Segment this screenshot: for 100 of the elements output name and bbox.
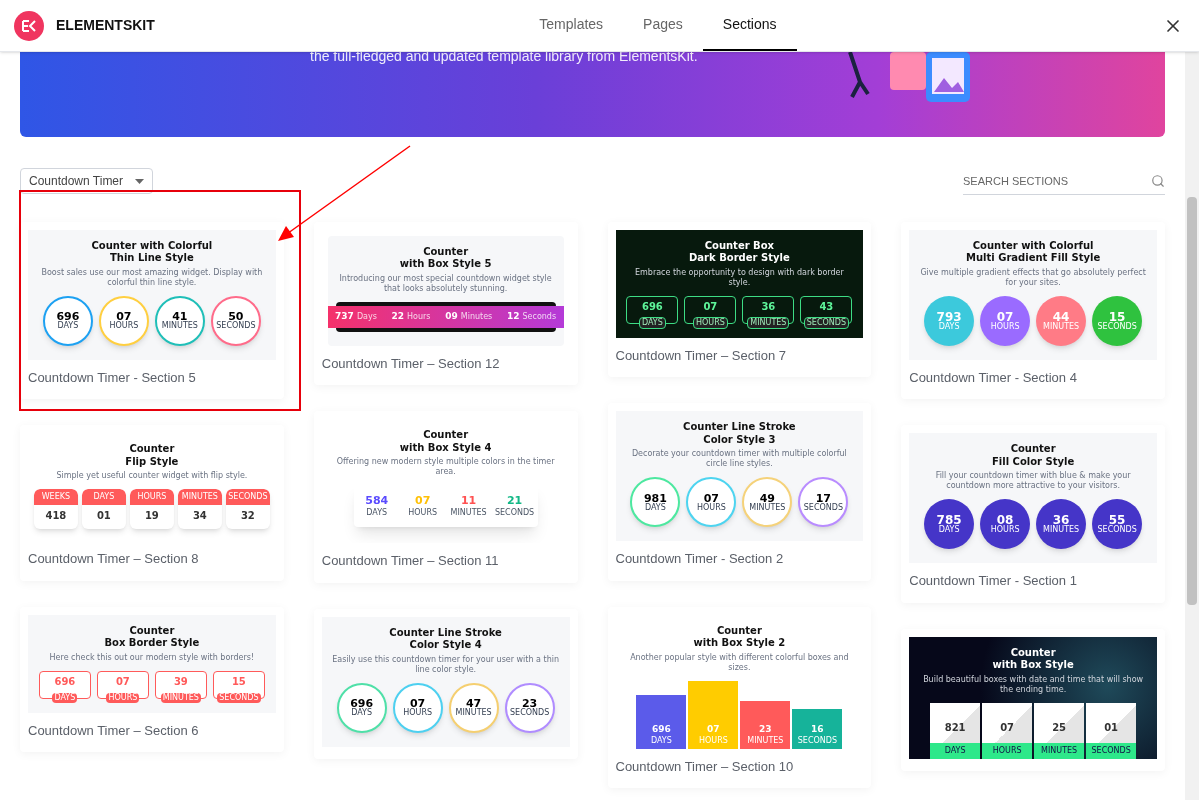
counter-value: 25: [1052, 722, 1067, 733]
counter-value: 21: [506, 495, 523, 506]
preview-subtitle: Easily use this countdown timer for your user with a thin line color style.: [331, 654, 561, 675]
counter-unit: MINUTES: [749, 503, 786, 512]
preview-title: Counter Line Stroke Color Style 3: [683, 421, 796, 446]
counter-unit: Hours: [407, 312, 431, 321]
scrollbar-thumb[interactable]: [1187, 197, 1197, 605]
tab[interactable]: Templates: [519, 0, 624, 51]
counter-value: 39: [173, 676, 188, 687]
counter-value: 821: [944, 722, 966, 733]
counter-unit: Seconds: [522, 312, 557, 321]
section-card[interactable]: Counter Fill Color Style Fill your countdown timer with blue & make your countdown more attractive to your visitors. 785 DAYS 08 HOURS 36 MINUTES 55 SECONDS Countdown Timer - Section 1: [901, 425, 1165, 603]
tab[interactable]: Pages: [623, 0, 703, 51]
counter-value: 15: [231, 676, 246, 687]
counter-unit: HOURS: [106, 692, 140, 703]
preview-title: Counter with Box Style 4: [399, 429, 492, 454]
counter-value: 07: [1000, 722, 1015, 733]
section-title: Countdown Timer – Section 12: [321, 354, 501, 373]
counter-unit: WEEKS: [33, 489, 78, 505]
counter-value: 696: [54, 676, 76, 687]
search-field[interactable]: SEARCH SECTIONS: [963, 168, 1165, 195]
counter-unit: HOURS: [403, 709, 433, 717]
counter-value: 15: [1108, 310, 1126, 323]
logo-icon: [14, 10, 44, 41]
counter-value: 55: [1108, 514, 1126, 526]
counter-unit: HOURS: [698, 736, 728, 745]
category-select[interactable]: Countdown Timer: [20, 168, 154, 195]
preview-subtitle: Embrace the opportunity to design with dark border style.: [633, 267, 845, 288]
preview-title: Counter with Box Style: [992, 646, 1074, 672]
section-card[interactable]: Counter Line Stroke Color Style 4 Easily use this countdown timer for your user with a thin line color style. 696 DAYS 07 HOURS 47 MINUTES 23 SECONDS: [313, 608, 578, 759]
counter-unit: SECONDS: [803, 316, 849, 329]
preview-subtitle: Decorate your countdown timer with multiple colorful circle line styles.: [630, 449, 848, 469]
counter-unit: SECONDS: [797, 736, 837, 745]
counter-unit: MINUTES: [160, 692, 201, 703]
counter-unit: DAYS: [650, 736, 672, 745]
preview-title: Counter with Box Style 2: [693, 624, 786, 650]
section-title: Countdown Timer – Section 7: [615, 346, 788, 365]
preview-subtitle: Build beautiful boxes with date and time that will show the ending time.: [922, 674, 1145, 695]
counter-unit: HOURS: [109, 322, 139, 330]
section-title: Countdown Timer – Section 10: [615, 757, 795, 776]
counter-unit: DAYS: [638, 316, 666, 329]
counter-unit: HOURS: [990, 526, 1020, 534]
section-title: Countdown Timer - Section 1: [909, 572, 1078, 590]
counter-unit: SECONDS: [1097, 526, 1137, 534]
section-card[interactable]: Counter Flip Style Simple yet useful counter widget with flip style. WEEKS 418 DAYS 01 HOURS 19 MINUTES 34 SECONDS 32 Countdown Timer – Section 8: [20, 425, 284, 581]
counter-unit: HOURS: [692, 316, 728, 329]
counter-unit: SECONDS: [1097, 322, 1137, 331]
caret-icon: [135, 178, 145, 184]
scrollbar-track[interactable]: [1185, 52, 1199, 800]
counter-unit: SECONDS: [803, 503, 843, 512]
preview-title: Counter with Box Style 5: [399, 245, 492, 271]
counter-unit: HOURS: [129, 489, 174, 505]
preview-title: Counter Flip Style: [125, 443, 179, 468]
counter-value: 01: [96, 511, 111, 521]
counter-unit: SECONDS: [216, 322, 256, 330]
counter-unit: HOURS: [990, 322, 1020, 331]
preview-subtitle: Give multiple gradient effects that go absolutely perfect for your sites.: [919, 267, 1147, 288]
preview-subtitle: Here check this out our modern style with borders!: [48, 652, 256, 663]
counter-value: 737: [335, 312, 354, 321]
brand-name: ELEMENTSKIT: [56, 16, 155, 35]
section-title: Countdown Timer - Section 4: [909, 368, 1078, 387]
preview-title: Counter with Colorful Thin Line Style: [91, 239, 213, 265]
counter-value: 43: [819, 301, 834, 312]
section-card[interactable]: Counter with Box Style 5 Introducing our most special countdown widget style that looks absolutely stunning. 737 Days 22 Hours 09 Minutes 12 Seconds Countdown Timer – Section 12: [313, 221, 578, 385]
preview-subtitle: Simple yet useful counter widget with flip style.: [55, 471, 249, 481]
counter-value: 696: [56, 311, 80, 322]
counter-unit: SECONDS: [225, 489, 270, 505]
counter-unit: DAYS: [52, 692, 78, 703]
counter-value: 418: [45, 511, 67, 521]
counter-value: 09: [445, 312, 458, 321]
counter-value: 19: [144, 511, 159, 521]
section-title: Countdown Timer – Section 8: [28, 550, 200, 568]
counter-value: 07: [409, 698, 426, 709]
counter-value: 41: [172, 311, 188, 322]
counter-value: 34: [192, 511, 207, 521]
preview-subtitle: Offering new modern style multiple colors in the timer area.: [335, 457, 556, 477]
counter-value: 07: [703, 492, 720, 504]
preview-title: Counter Box Dark Border Style: [689, 239, 790, 265]
counter-unit: DAYS: [351, 709, 373, 717]
counter-unit: SECONDS: [510, 709, 550, 717]
section-card[interactable]: Counter Box Border Style Here check this out our modern style with borders! 696 DAYS 07 HOURS 39 MINUTES 15 SECONDS Countdown Timer – Section 6: [20, 606, 284, 752]
counter-unit: SECONDS: [217, 692, 261, 703]
preview-subtitle: Introducing our most special countdown widget style that looks absolutely stunning.: [338, 273, 553, 294]
preview-subtitle: Fill your countdown timer with blue & make your countdown more attractive to your visitors.: [934, 471, 1132, 491]
counter-value: 12: [506, 312, 520, 321]
counter-value: 11: [460, 495, 477, 506]
section-card[interactable]: Counter Box Dark Border Style Embrace the opportunity to design with dark border style. 696 DAYS 07 HOURS 36 MINUTES 43 SECONDS Countdown Timer – Section 7: [607, 221, 872, 377]
counter-unit: MINUTES: [455, 709, 492, 717]
counter-value: 07: [996, 310, 1014, 323]
section-card[interactable]: Counter with Colorful Thin Line Style Boost sales use our most amazing widget. Display with colorful thin line style. 696 DAYS 07 HOURS 41 MINUTES 50 SECONDS Countdown Timer - Section 5: [20, 221, 284, 399]
section-card[interactable]: Counter with Box Style 4 Offering new modern style multiple colors in the timer area. 584 DAYS 07 HOURS 11 MINUTES 21 SECONDS Countdown Timer – Section 11: [313, 411, 578, 583]
section-card[interactable]: Counter Line Stroke Color Style 3 Decorate your countdown timer with multiple colorful circle line styles. 981 DAYS 07 HOURS 49 MINUTES 17 SECONDS Countdown Timer - Section 2: [607, 403, 872, 581]
section-card[interactable]: Counter with Box Style Build beautiful boxes with date and time that will show the ending time. 821 DAYS 07 HOURS 25 MINUTES 01 SECONDS: [901, 628, 1165, 771]
section-card[interactable]: Counter with Box Style 2 Another popular style with different colorful boxes and sizes. 696 DAYS 07 HOURS 23 MINUTES 16 SECONDS Countdown Timer – Section 10: [607, 606, 872, 788]
counter-unit: HOURS: [408, 509, 438, 517]
counter-unit: MINUTES: [1043, 526, 1080, 534]
section-card[interactable]: Counter with Colorful Multi Gradient Fill Style Give multiple gradient effects that go absolutely perfect for your sites. 793 DAYS 07 HOURS 44 MINUTES 15 SECONDS Countdown Timer - Section 4: [901, 221, 1165, 399]
counter-value: 50: [228, 311, 244, 322]
counter-unit: SECONDS: [1086, 742, 1137, 759]
counter-value: 07: [703, 301, 718, 312]
